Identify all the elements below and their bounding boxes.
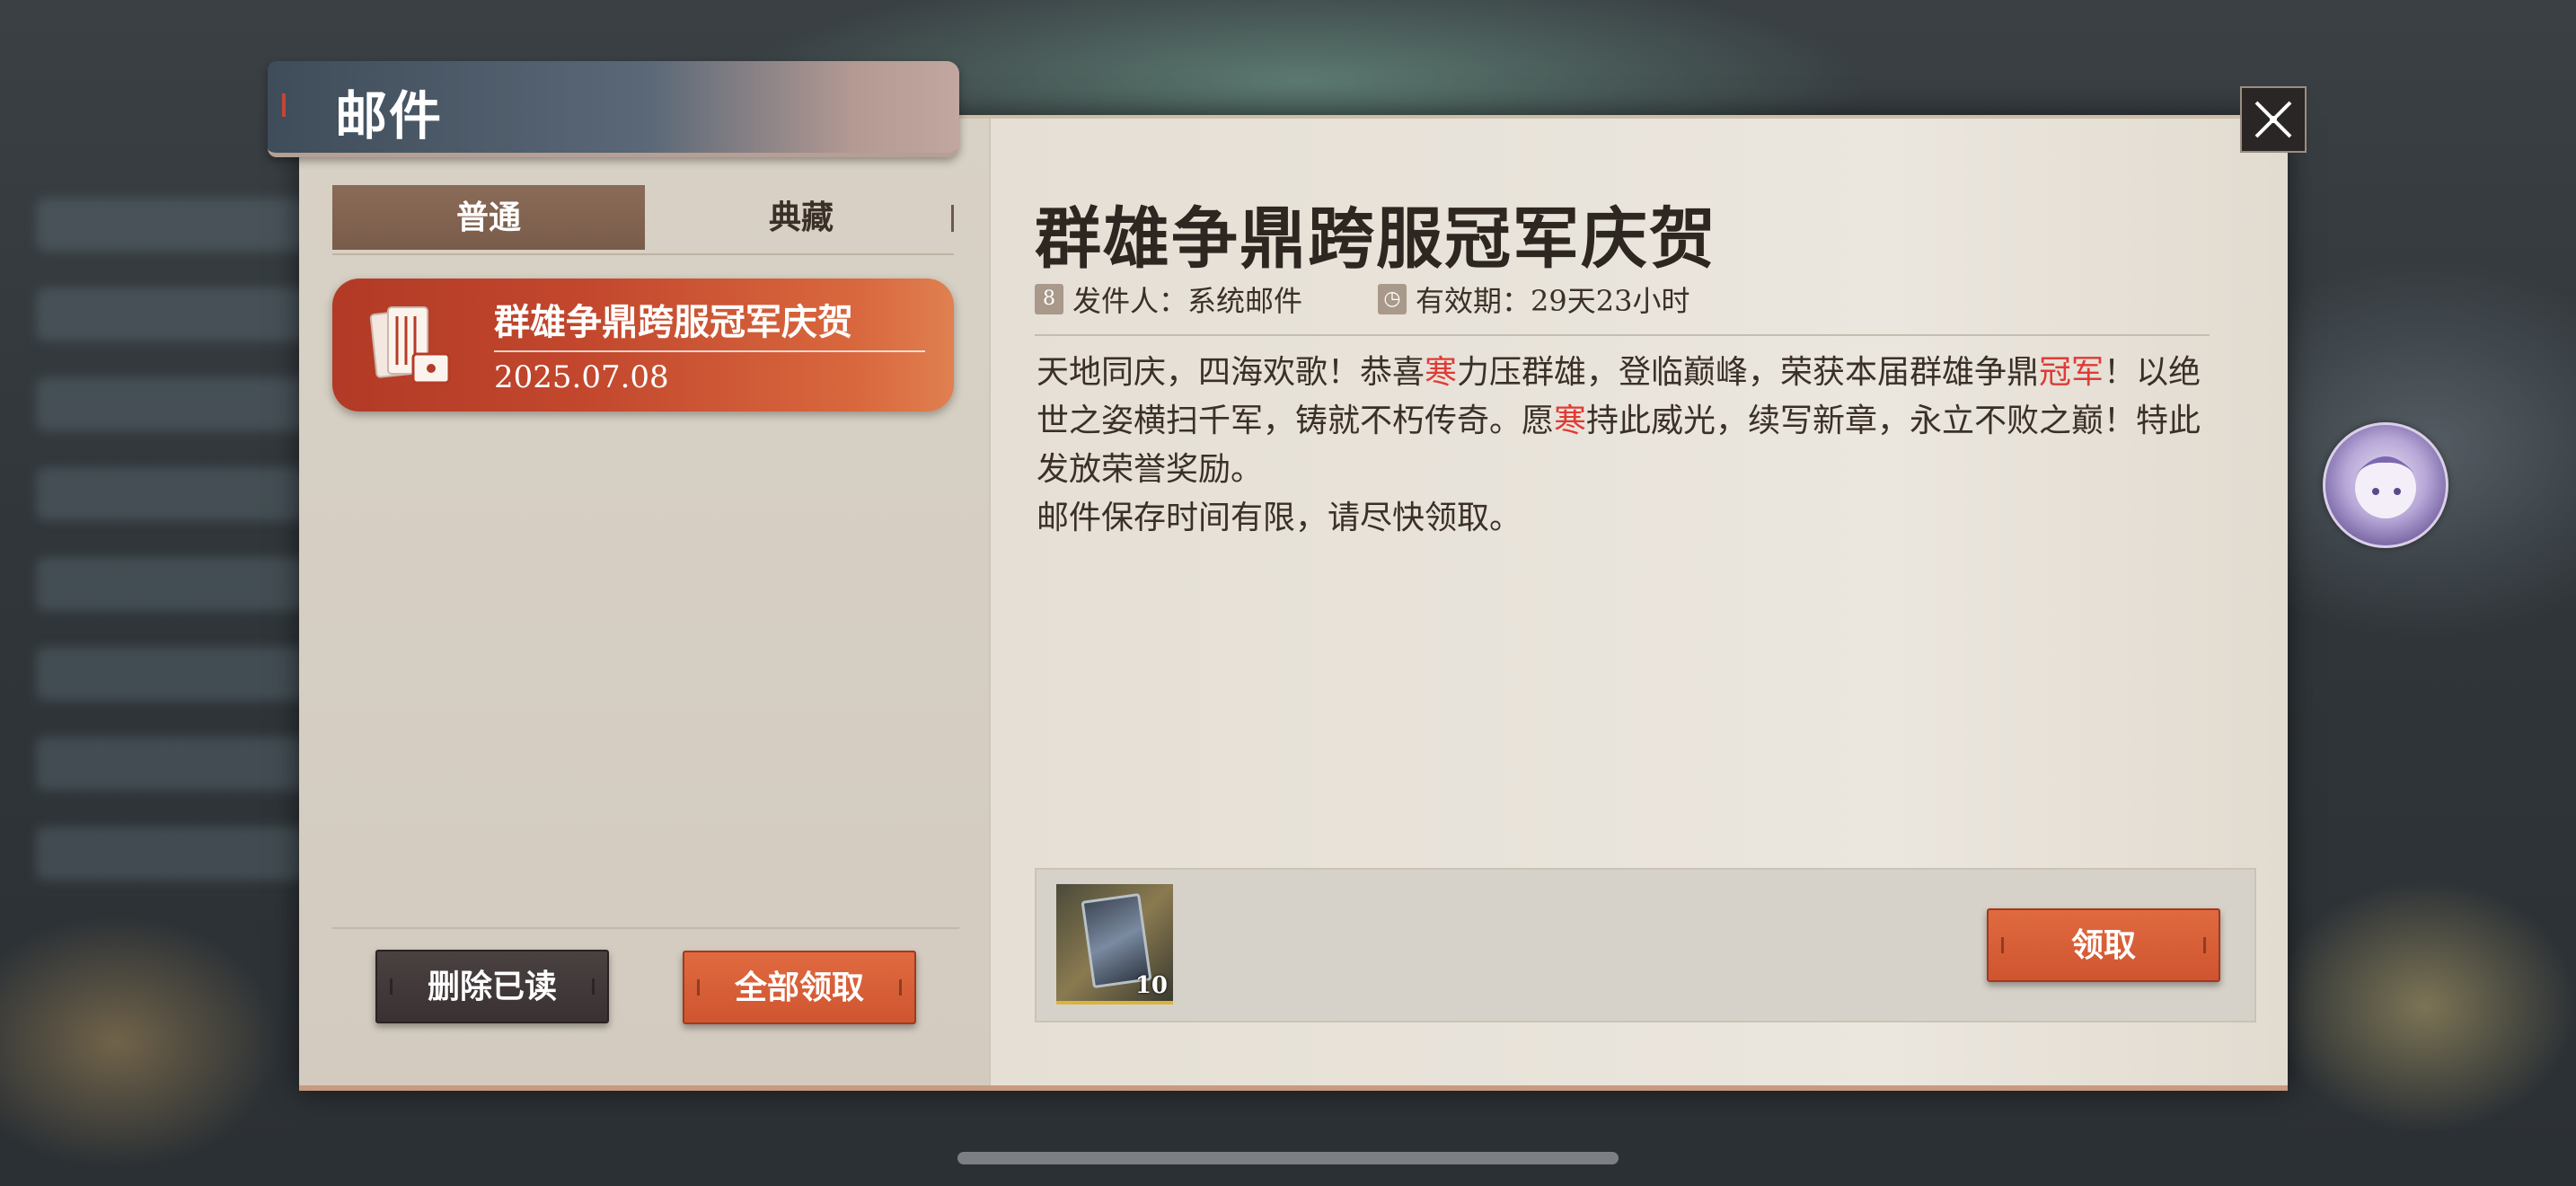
mail-sender: 8 发件人：系统邮件 — [1035, 279, 1302, 320]
title-banner: 邮件 — [268, 61, 959, 157]
mail-body: 天地同庆，四海欢歌！恭喜寒力压群雄，登临巅峰，荣获本届群雄争鼎冠军！以绝世之姿横… — [1037, 349, 2222, 543]
mail-item-title: 群雄争鼎跨服冠军庆贺 — [494, 301, 853, 343]
page-title: 邮件 — [335, 85, 444, 146]
close-button[interactable] — [2240, 86, 2307, 153]
clock-icon: ◷ — [1378, 284, 1407, 314]
delete-read-button[interactable]: 删除已读 — [375, 950, 609, 1023]
home-indicator[interactable] — [957, 1152, 1619, 1164]
mail-tabs: 普通 典藏 — [332, 185, 954, 255]
sender-text: 发件人：系统邮件 — [1072, 284, 1303, 318]
mail-list-pane — [299, 119, 991, 1085]
avatar-icon — [2352, 456, 2419, 518]
mail-stack-icon — [369, 306, 451, 385]
mail-body-paragraph: 天地同庆，四海欢歌！恭喜寒力压群雄，登临巅峰，荣获本届群雄争鼎冠军！以绝世之姿横… — [1037, 354, 2201, 488]
mail-validity: ◷ 有效期：29天23小时 — [1378, 279, 1689, 320]
mail-title: 群雄争鼎跨服冠军庆贺 — [1035, 200, 1717, 278]
mail-item-date: 2025.07.08 — [494, 359, 669, 395]
sender-icon: 8 — [1035, 284, 1063, 314]
reward-count: 10 — [1134, 972, 1168, 999]
tab-collection[interactable]: 典藏 — [645, 185, 957, 250]
close-icon — [2254, 101, 2292, 138]
mail-body-note: 邮件保存时间有限，请尽快领取。 — [1037, 500, 1522, 536]
mail-list-item[interactable]: 群雄争鼎跨服冠军庆贺 2025.07.08 — [332, 279, 954, 412]
validity-text: 有效期：29天23小时 — [1416, 284, 1690, 318]
reward-item[interactable]: 10 — [1056, 884, 1173, 1005]
claim-all-button[interactable]: 全部领取 — [683, 951, 916, 1024]
tab-normal[interactable]: 普通 — [332, 185, 645, 250]
claim-button[interactable]: 领取 — [1987, 908, 2220, 982]
avatar[interactable] — [2323, 422, 2448, 548]
